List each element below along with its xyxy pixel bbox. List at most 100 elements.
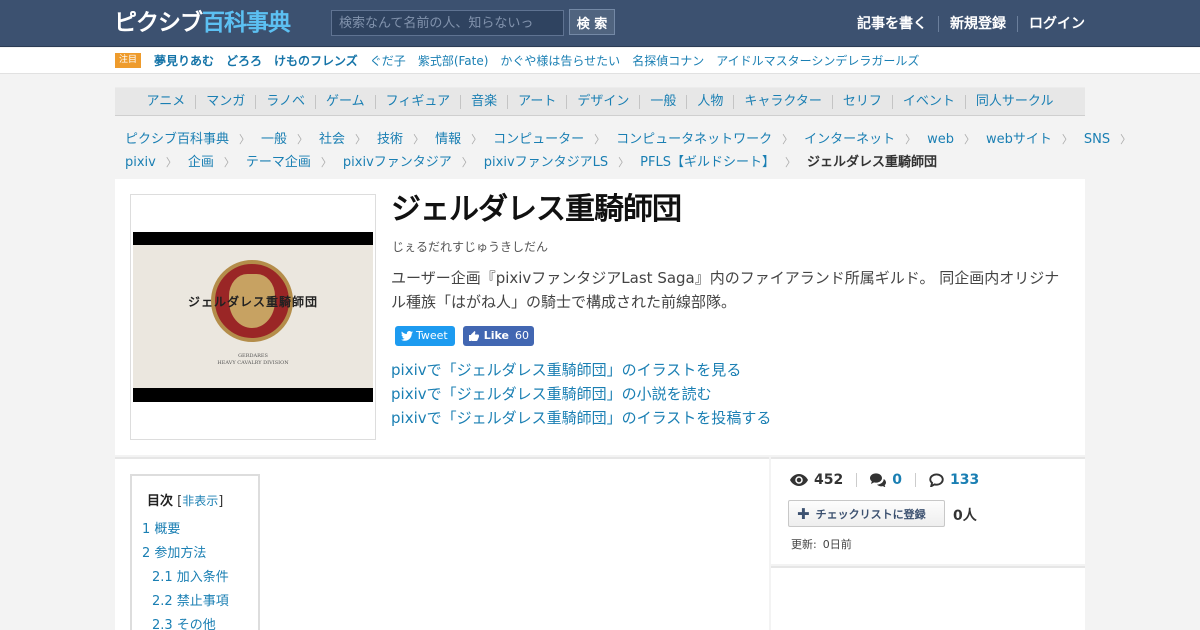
breadcrumb-chevron-icon: 〉 bbox=[964, 133, 976, 146]
breadcrumb-link[interactable]: 技術 bbox=[377, 128, 403, 151]
article-title: ジェルダレス重騎師団 bbox=[391, 192, 682, 227]
last-updated: 更新: 0日前 bbox=[791, 536, 852, 552]
checklist-label: チェックリストに登録 bbox=[815, 507, 926, 521]
breadcrumb-link[interactable]: 情報 bbox=[435, 128, 461, 151]
breadcrumb-link[interactable]: pixiv bbox=[125, 151, 156, 174]
breadcrumb-link[interactable]: 一般 bbox=[261, 128, 287, 151]
post-illustration-link[interactable]: pixivで「ジェルダレス重騎師団」のイラストを投稿する bbox=[391, 406, 771, 430]
add-to-checklist-button[interactable]: ✚ チェックリストに登録 bbox=[788, 500, 945, 527]
breadcrumb-link[interactable]: pixivファンタジア bbox=[343, 151, 452, 174]
trending-item[interactable]: 夢見りあむ bbox=[154, 54, 214, 69]
search-input[interactable] bbox=[331, 10, 564, 36]
article-stats: 452 0 133 bbox=[790, 472, 979, 488]
trending-item[interactable]: 紫式部(Fate) bbox=[418, 54, 489, 69]
category-link[interactable]: フィギュア bbox=[374, 94, 460, 109]
breadcrumb-link[interactable]: web bbox=[927, 128, 954, 151]
breadcrumb-chevron-icon: 〉 bbox=[782, 133, 794, 146]
sidebar-lower-panel bbox=[771, 566, 1085, 630]
category-link[interactable]: 一般 bbox=[639, 94, 686, 109]
search-button[interactable]: 検 索 bbox=[569, 9, 615, 35]
breadcrumb-chevron-icon: 〉 bbox=[239, 133, 251, 146]
breadcrumb-link[interactable]: コンピューター bbox=[493, 128, 584, 151]
dic-comment-count[interactable]: 133 bbox=[929, 472, 979, 488]
breadcrumb-link[interactable]: ピクシブ百科事典 bbox=[125, 128, 229, 151]
breadcrumb-link[interactable]: インターネット bbox=[804, 128, 895, 151]
comment-count[interactable]: 0 bbox=[870, 472, 902, 488]
breadcrumb-chevron-icon: 〉 bbox=[1061, 133, 1073, 146]
category-link[interactable]: デザイン bbox=[566, 94, 639, 109]
toc-item[interactable]: 2.1 加入条件 bbox=[142, 566, 229, 590]
trending-item[interactable]: けものフレンズ bbox=[274, 54, 358, 69]
trending-item[interactable]: どろろ bbox=[226, 54, 262, 69]
trending-item[interactable]: ぐだ子 bbox=[370, 54, 406, 69]
category-nav: アニメ マンガ ラノベ ゲーム フィギュア 音楽 アート デザイン 一般 人物 キャラクター セリフイ… bbox=[115, 87, 1085, 116]
trending-item[interactable]: かぐや様は告らせたい bbox=[500, 54, 620, 69]
category-link[interactable]: ラノベ bbox=[255, 94, 315, 109]
trending-item[interactable]: 名探偵コナン bbox=[632, 54, 704, 69]
breadcrumb-link[interactable]: SNS bbox=[1084, 128, 1110, 151]
toc-item[interactable]: 2 参加方法 bbox=[142, 542, 229, 566]
trending-badge: 注目 bbox=[115, 53, 142, 68]
breadcrumb-link[interactable]: テーマ企画 bbox=[246, 151, 311, 174]
view-illustrations-link[interactable]: pixivで「ジェルダレス重騎師団」のイラストを見る bbox=[391, 358, 771, 382]
category-link[interactable]: 人物 bbox=[686, 94, 733, 109]
header-nav: 記事を書く 新規登録 ログイン bbox=[857, 15, 1085, 33]
breadcrumb-chevron-icon: 〉 bbox=[471, 133, 483, 146]
breadcrumb-link[interactable]: webサイト bbox=[986, 128, 1052, 151]
tweet-button[interactable]: Tweet bbox=[395, 326, 455, 346]
category-link[interactable]: マンガ bbox=[195, 94, 255, 109]
category-link[interactable]: アート bbox=[507, 94, 566, 109]
trending-item[interactable]: アイドルマスターシンデレラガールズ bbox=[716, 54, 919, 69]
eye-icon bbox=[790, 474, 808, 486]
category-link[interactable]: 音楽 bbox=[460, 94, 507, 109]
write-article-link[interactable]: 記事を書く bbox=[857, 15, 927, 33]
category-link[interactable]: セリフ bbox=[831, 94, 892, 109]
speech-bubble-icon bbox=[929, 473, 944, 487]
category-link[interactable]: ゲーム bbox=[314, 94, 375, 109]
pixiv-links: pixivで「ジェルダレス重騎師団」のイラストを見る pixivで「ジェルダレス… bbox=[391, 358, 771, 430]
toc-item[interactable]: 2.2 禁止事項 bbox=[142, 590, 229, 614]
breadcrumb-link[interactable]: 社会 bbox=[319, 128, 345, 151]
toc-list: 1 概要 2 参加方法 2.1 加入条件 2.2 禁止事項 2.3 その他 bbox=[142, 518, 229, 630]
twitter-bird-icon bbox=[401, 331, 413, 341]
breadcrumb-chevron-icon: 〉 bbox=[594, 133, 606, 146]
login-link[interactable]: ログイン bbox=[1029, 15, 1085, 33]
breadcrumb-link[interactable]: 企画 bbox=[188, 151, 214, 174]
breadcrumb-row: pixiv 〉企画〉テーマ企画〉 pixivファンタジア〉 pixivファンタジアLS… bbox=[125, 151, 1075, 174]
breadcrumb-link[interactable]: コンピュータネットワーク bbox=[616, 128, 772, 151]
category-link[interactable]: 同人サークル bbox=[964, 94, 1064, 109]
toc-item[interactable]: 2.3 その他 bbox=[142, 614, 229, 630]
breadcrumb-link[interactable]: pixivファンタジアLS bbox=[484, 151, 608, 174]
article-body: 目次 [非表示] 1 概要 2 参加方法 2.1 加入条件 2.2 禁止事項 2.3 そ… bbox=[115, 457, 769, 630]
breadcrumb-chevron-icon: 〉 bbox=[355, 133, 367, 146]
breadcrumb-link[interactable]: PFLS【ギルドシート】 bbox=[640, 151, 775, 174]
facebook-like-button[interactable]: Like 60 bbox=[462, 326, 535, 346]
breadcrumb-chevron-icon: 〉 bbox=[461, 156, 473, 169]
logo-text-b: 百科事典 bbox=[202, 10, 291, 36]
thumbnail-paper: ジェルダレス重騎師団 GERDARES HEAVY CAVALRY DIVISI… bbox=[133, 245, 373, 388]
toc-hide-toggle[interactable]: 非表示 bbox=[182, 494, 218, 508]
category-link[interactable]: アニメ bbox=[136, 94, 195, 109]
table-of-contents: 目次 [非表示] 1 概要 2 参加方法 2.1 加入条件 2.2 禁止事項 2.3 そ… bbox=[130, 474, 260, 630]
breadcrumb-chevron-icon: 〉 bbox=[223, 156, 235, 169]
view-count-value: 452 bbox=[814, 472, 844, 488]
view-count: 452 bbox=[790, 472, 843, 488]
read-novels-link[interactable]: pixivで「ジェルダレス重騎師団」の小説を読む bbox=[391, 382, 771, 406]
toc-header: 目次 [非表示] bbox=[147, 490, 223, 509]
trending-list: 夢見りあむ どろろ けものフレンズ ぐだ子 紫式部(Fate) かぐや様は告らせたい 名探偵… bbox=[154, 54, 931, 69]
toc-title: 目次 bbox=[147, 494, 174, 509]
category-link[interactable]: キャラクター bbox=[733, 94, 831, 109]
breadcrumb-chevron-icon: 〉 bbox=[905, 133, 917, 146]
article-stats-panel: 452 0 133 ✚ チェックリストに登録 0人 更新: 0日前 bbox=[771, 457, 1085, 564]
signup-link[interactable]: 新規登録 bbox=[950, 15, 1006, 33]
article-thumbnail[interactable]: ジェルダレス重騎師団 GERDARES HEAVY CAVALRY DIVISI… bbox=[130, 194, 376, 440]
thumbnail-image: ジェルダレス重騎師団 GERDARES HEAVY CAVALRY DIVISI… bbox=[133, 232, 373, 402]
category-link[interactable]: イベント bbox=[891, 94, 965, 109]
thumbnail-subtitle-line: HEAVY CAVALRY DIVISION bbox=[217, 360, 289, 366]
site-logo[interactable]: ピクシブ百科事典 bbox=[114, 9, 291, 37]
article-summary: ユーザー企画『pixivファンタジアLast Saga』内のファイアランド所属ギ… bbox=[391, 269, 1060, 311]
breadcrumb-chevron-icon: 〉 bbox=[784, 156, 796, 169]
breadcrumb-chevron-icon: 〉 bbox=[413, 133, 425, 146]
breadcrumb: ピクシブ百科事典〉一般〉社会〉技術〉情報〉コンピューター〉コンピュータネットワー… bbox=[125, 128, 1131, 174]
toc-item[interactable]: 1 概要 bbox=[142, 518, 229, 542]
